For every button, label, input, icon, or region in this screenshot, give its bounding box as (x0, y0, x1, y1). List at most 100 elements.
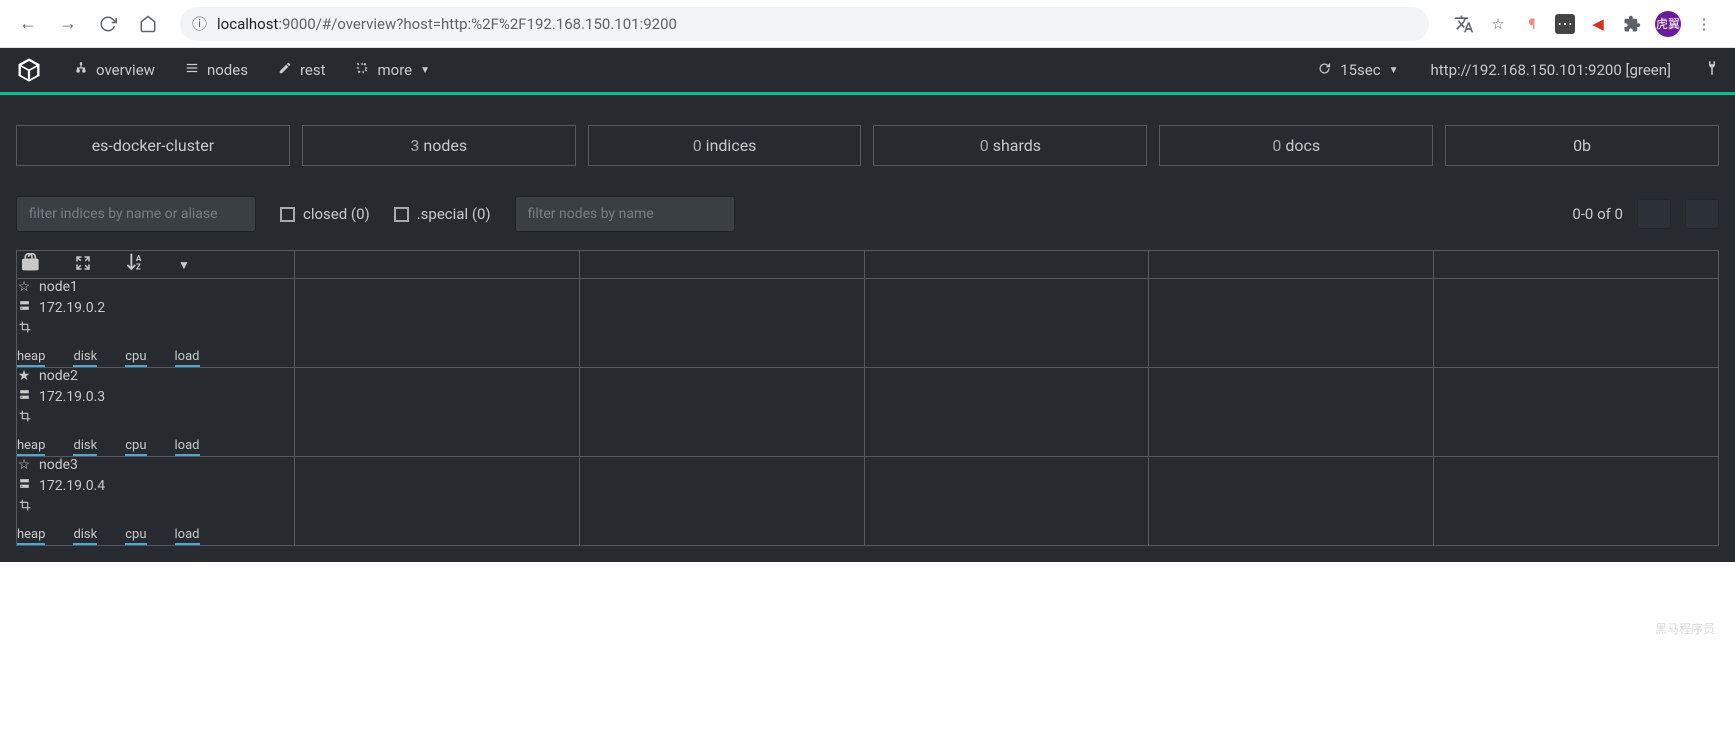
extensions-icon[interactable] (1621, 13, 1643, 35)
grid-empty-cell (1149, 251, 1434, 279)
stat-size[interactable]: 0b (1445, 125, 1719, 166)
sort-az-icon[interactable]: AZ (124, 251, 146, 278)
svg-text:Z: Z (136, 262, 141, 272)
metrics-row: heapdiskcpuload (17, 527, 294, 545)
translate-icon[interactable] (1453, 13, 1475, 35)
ext-chat-icon[interactable]: ⋯ (1555, 14, 1575, 34)
stat-nodes[interactable]: 3 nodes (302, 125, 576, 166)
reload-button[interactable] (92, 8, 124, 40)
metric-heap: heap (17, 527, 45, 545)
ext-flag-icon[interactable]: ◀ (1587, 13, 1609, 35)
node-name: node1 (39, 279, 78, 295)
star-icon[interactable]: ★ (17, 368, 31, 384)
nav-more-label: more (377, 61, 412, 79)
crop-icon[interactable] (17, 320, 31, 337)
special-label: .special (0) (417, 205, 491, 223)
caret-down-icon: ▼ (420, 65, 430, 76)
pager: 0-0 of 0 (1572, 199, 1719, 229)
stats-row: es-docker-cluster 3 nodes 0 indices 0 sh… (16, 125, 1719, 166)
crop-icon[interactable] (17, 498, 31, 515)
list-icon (185, 61, 199, 79)
stat-cluster-name[interactable]: es-docker-cluster (16, 125, 290, 166)
closed-checkbox[interactable]: closed (0) (280, 205, 370, 223)
grid-empty-cell (864, 457, 1149, 546)
node-ip: 172.19.0.3 (39, 389, 105, 405)
crop-icon[interactable] (17, 409, 31, 426)
refresh-interval[interactable]: 15sec ▼ (1317, 61, 1398, 80)
grid-empty-cell (1434, 368, 1719, 457)
expand-icon[interactable] (74, 253, 92, 277)
checkbox-icon (394, 207, 409, 222)
grid-empty-cell (1434, 279, 1719, 368)
metric-disk: disk (73, 349, 97, 367)
pager-prev-button[interactable] (1637, 199, 1671, 229)
metrics-row: heapdiskcpuload (17, 349, 294, 367)
stat-size-text: 0b (1573, 136, 1591, 155)
stat-shards[interactable]: 0 shards (873, 125, 1147, 166)
bookmark-icon[interactable]: ☆ (1487, 13, 1509, 35)
unlock-icon[interactable] (17, 252, 42, 277)
node-cell: ☆node1172.19.0.2heapdiskcpuload (17, 279, 295, 368)
filter-nodes-input[interactable] (515, 196, 735, 232)
nav-nodes[interactable]: nodes (185, 61, 248, 79)
metric-load: load (175, 527, 200, 545)
home-button[interactable] (132, 8, 164, 40)
grid-empty-cell (295, 279, 580, 368)
grid-empty-cell (579, 251, 864, 279)
nav-right: 15sec ▼ http://192.168.150.101:9200 [gre… (1317, 59, 1721, 81)
nodes-grid: AZ ▼ ☆ node1 172.19.0.2 heapdiskcpuload ★ nod… (16, 250, 1719, 546)
star-icon[interactable]: ☆ (17, 279, 31, 295)
stat-indices[interactable]: 0 indices (588, 125, 862, 166)
star-icon[interactable]: ☆ (17, 457, 31, 473)
filter-indices-input[interactable] (16, 196, 256, 232)
url-host: localhost (217, 15, 278, 33)
pager-next-button[interactable] (1685, 199, 1719, 229)
wand-icon (355, 61, 369, 79)
refresh-icon (1317, 61, 1332, 80)
nav-nodes-label: nodes (207, 61, 248, 79)
special-checkbox[interactable]: .special (0) (394, 205, 491, 223)
disconnect-button[interactable] (1703, 59, 1721, 81)
nav-more[interactable]: more ▼ (355, 61, 430, 79)
node-row: ☆node3172.19.0.4heapdiskcpuload (17, 457, 1719, 546)
back-button[interactable]: ← (12, 8, 44, 40)
watermark: 黑马程序员 (1655, 620, 1715, 637)
forward-button[interactable]: → (52, 8, 84, 40)
nav-rest-label: rest (300, 61, 326, 79)
browser-menu-icon[interactable]: ⋮ (1693, 13, 1715, 35)
grid-empty-cell (864, 368, 1149, 457)
dropdown-icon[interactable]: ▼ (178, 258, 190, 272)
stat-docs-label: docs (1285, 136, 1320, 155)
metric-disk: disk (73, 438, 97, 456)
browser-chrome: ← → ⓘ localhost:9000/#/overview?host=htt… (0, 0, 1735, 48)
node-cell: ★node2172.19.0.3heapdiskcpuload (17, 368, 295, 457)
closed-label: closed (0) (303, 205, 370, 223)
metric-heap: heap (17, 349, 45, 367)
site-info-icon[interactable]: ⓘ (192, 13, 207, 34)
grid-empty-cell (295, 251, 580, 279)
grid-empty-cell (579, 368, 864, 457)
metric-heap: heap (17, 438, 45, 456)
node-row: ★node2172.19.0.3heapdiskcpuload (17, 368, 1719, 457)
ext-pilcrow-icon[interactable]: ¶ (1521, 13, 1543, 35)
url-bar[interactable]: ⓘ localhost:9000/#/overview?host=http:%2… (180, 7, 1429, 41)
grid-header-controls-cell: AZ ▼ (17, 251, 295, 279)
stat-shards-label: shards (993, 136, 1041, 155)
grid-empty-cell (295, 457, 580, 546)
stat-indices-label: indices (706, 136, 757, 155)
caret-down-icon: ▼ (1389, 65, 1399, 76)
node-ip: 172.19.0.2 (39, 300, 105, 316)
grid-header-row: AZ ▼ (17, 251, 1719, 279)
node-cell: ☆node3172.19.0.4heapdiskcpuload (17, 457, 295, 546)
nav-rest[interactable]: rest (278, 61, 326, 79)
node-ip: 172.19.0.4 (39, 478, 105, 494)
checkbox-icon (280, 207, 295, 222)
stat-docs[interactable]: 0 docs (1159, 125, 1433, 166)
node-name: node2 (39, 368, 78, 384)
content: es-docker-cluster 3 nodes 0 indices 0 sh… (0, 95, 1735, 562)
stat-indices-count: 0 (693, 136, 702, 155)
node-row: ☆node1172.19.0.2heapdiskcpuload (17, 279, 1719, 368)
user-avatar[interactable]: 虎翼 (1655, 11, 1681, 37)
nav-overview[interactable]: overview (74, 61, 155, 79)
app-logo[interactable] (14, 55, 44, 85)
